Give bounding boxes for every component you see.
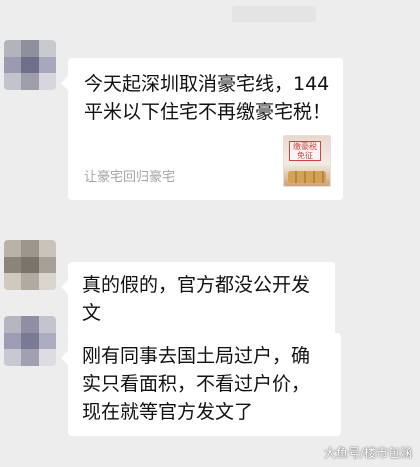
watermark: 大鱼号/楼市包涵 bbox=[323, 446, 412, 460]
message-text: 真的假的，官方都没公开发文 bbox=[82, 274, 311, 324]
link-card-bubble[interactable]: 今天起深圳取消豪宅线，144平米以下住宅不再缴豪宅税！ 让豪宅回归豪宅 缴豪税 … bbox=[61, 58, 343, 200]
message-bubble[interactable]: 刚有同事去国土局过户，确实只看面积，不看过户价，现在就等官方发文了 bbox=[61, 333, 341, 436]
timestamp-strip bbox=[232, 6, 316, 22]
news-thumbnail-icon: 缴豪税 免征 bbox=[283, 135, 331, 187]
thumbnail-stamp: 缴豪税 免征 bbox=[289, 141, 321, 161]
avatar[interactable] bbox=[4, 40, 56, 90]
message-bubble[interactable]: 真的假的，官方都没公开发文 bbox=[61, 262, 335, 337]
coins-icon bbox=[288, 171, 326, 183]
message-text: 刚有同事去国土局过户，确实只看面积，不看过户价，现在就等官方发文了 bbox=[82, 345, 311, 423]
link-card-source: 让豪宅回归豪宅 bbox=[84, 170, 176, 185]
avatar[interactable] bbox=[4, 316, 56, 366]
avatar[interactable] bbox=[4, 240, 56, 290]
link-card-title: 今天起深圳取消豪宅线，144平米以下住宅不再缴豪宅税！ bbox=[84, 73, 332, 123]
